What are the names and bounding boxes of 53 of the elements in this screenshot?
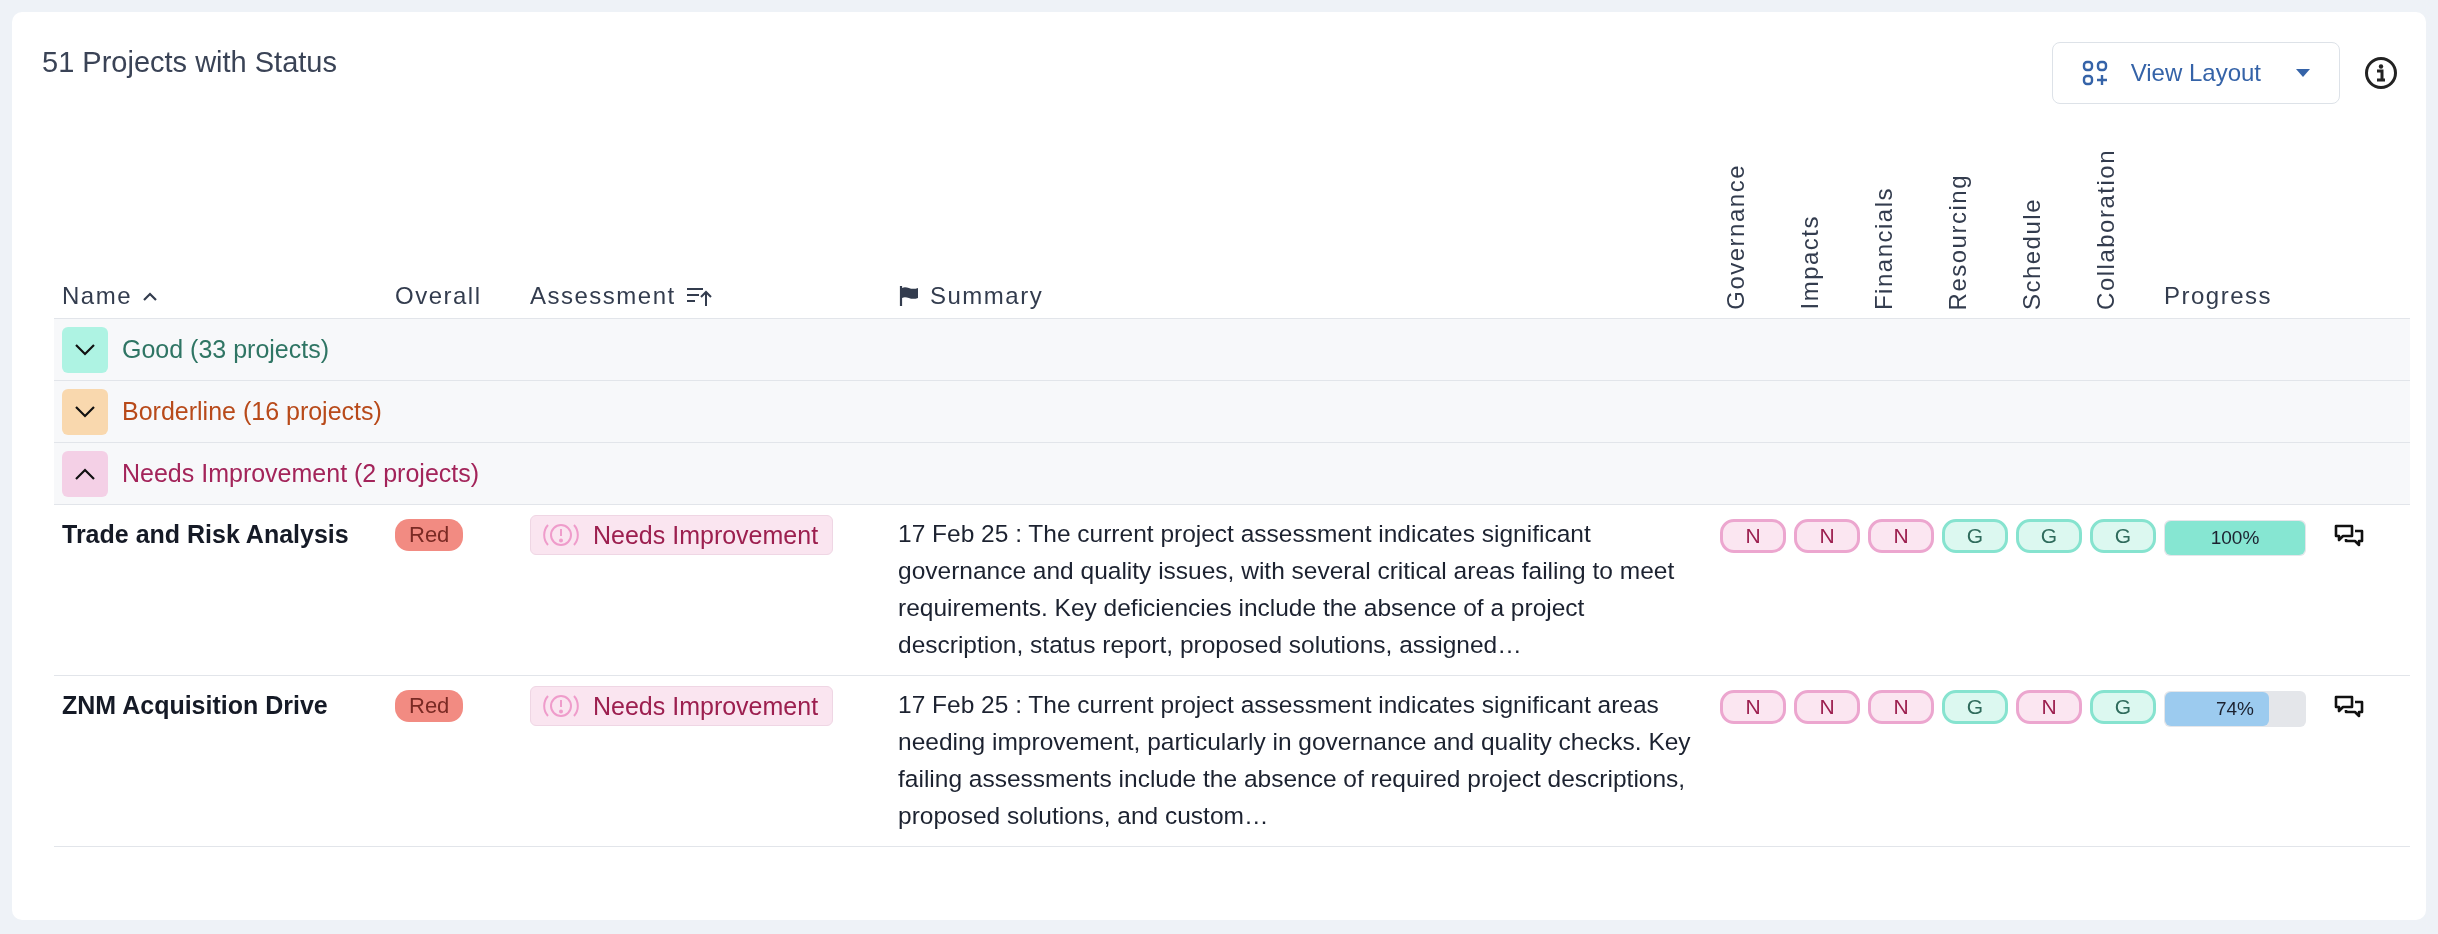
progress-reading: 100% xyxy=(2210,527,2260,549)
chevron-up-icon xyxy=(74,466,96,481)
caret-icon xyxy=(2295,68,2311,78)
column-header[interactable]: Summary xyxy=(930,282,1044,310)
rating-pill: N xyxy=(1720,690,1786,724)
rating-pill: N xyxy=(1720,519,1786,553)
column-header[interactable]: Overall xyxy=(395,282,482,310)
rating-pill: N xyxy=(2016,690,2082,724)
summary-text: 17 Feb 25 : The current project assessment indicates significant areas needing improvement, particularly in governance and quality checks. Key failing assessments include the absence of required project descriptions, proposed solutions, and custom… xyxy=(897,690,1692,831)
project-name[interactable]: ZNM Acquisition Drive xyxy=(54,686,387,834)
sort-icon[interactable] xyxy=(685,285,712,307)
column-header[interactable]: Name xyxy=(62,282,133,310)
overall-status-badge: Red xyxy=(395,519,464,551)
column-header[interactable]: Assessment xyxy=(530,282,676,310)
flag-icon xyxy=(898,285,920,307)
rating-pill: N xyxy=(1794,690,1860,724)
column-header[interactable]: Resourcing xyxy=(1944,173,1972,310)
overall-status-badge: Red xyxy=(395,690,464,722)
progress-reading: 74% xyxy=(2216,698,2254,720)
rating-pill: G xyxy=(1942,690,2008,724)
chevron-toggle[interactable] xyxy=(62,450,108,497)
column-header[interactable]: Progress xyxy=(2164,282,2273,310)
group-label: Good (33 projects) xyxy=(122,335,330,364)
rating-pill: N xyxy=(1868,690,1934,724)
column-header[interactable]: Collaboration xyxy=(2092,149,2120,310)
group-row[interactable]: Needs Improvement (2 projects) xyxy=(54,443,2410,505)
group-row[interactable]: Borderline (16 projects) xyxy=(54,381,2410,443)
sort-ascending-icon[interactable] xyxy=(142,291,159,301)
view-layout-button[interactable]: View Layout xyxy=(2051,42,2340,104)
chevron-down-icon xyxy=(74,342,96,357)
group-row[interactable]: Good (33 projects) xyxy=(54,319,2410,381)
assessment-badge: Needs Improvement xyxy=(530,515,834,555)
column-header[interactable]: Financials xyxy=(1870,186,1898,310)
rating-pill: G xyxy=(2090,690,2156,724)
project-name[interactable]: Trade and Risk Analysis xyxy=(54,515,387,663)
rating-pill: G xyxy=(1942,519,2008,553)
assessment-badge: Needs Improvement xyxy=(530,686,834,726)
summary-text: 17 Feb 25 : The current project assessment indicates significant governance and quality issues, with several critical areas failing to meet requirements. Key deficiencies include the absence of a project description, status report, proposed solutions, assigned… xyxy=(897,519,1676,660)
rating-pill: N xyxy=(1868,519,1934,553)
rating-pill: N xyxy=(1794,519,1860,553)
chevron-toggle[interactable] xyxy=(62,388,108,435)
column-header[interactable]: Schedule xyxy=(2018,197,2046,310)
info-icon[interactable] xyxy=(2364,56,2398,90)
group-label: Borderline (16 projects) xyxy=(122,397,382,426)
grid-add-icon xyxy=(2080,59,2109,87)
chevron-down-icon xyxy=(74,404,96,419)
group-label: Needs Improvement (2 projects) xyxy=(122,459,480,488)
page-title: 51 Projects with Status xyxy=(42,45,337,79)
rating-pill: G xyxy=(2090,519,2156,553)
rating-pill: G xyxy=(2016,519,2082,553)
column-header[interactable]: Governance xyxy=(1722,164,1750,310)
chevron-toggle[interactable] xyxy=(62,326,108,373)
column-header[interactable]: Impacts xyxy=(1796,215,1824,310)
